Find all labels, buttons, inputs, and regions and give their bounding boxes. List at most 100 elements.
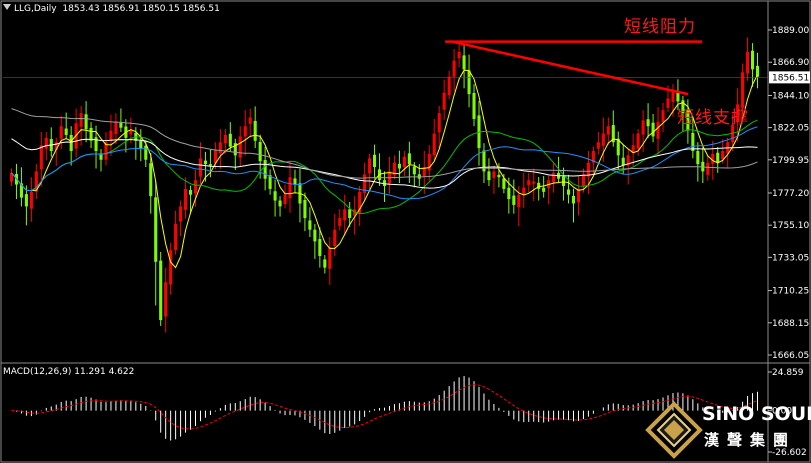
candle-body — [522, 187, 526, 195]
candle-body — [243, 126, 247, 137]
candle-body — [59, 126, 63, 139]
candle-body — [452, 60, 456, 77]
candle-body — [696, 150, 700, 165]
symbol-label: LLG,Daily — [14, 4, 57, 14]
candle-body — [537, 182, 541, 189]
candle-body — [621, 157, 625, 166]
dropdown-triangle-icon[interactable] — [3, 4, 11, 10]
candle-body — [333, 229, 337, 247]
candle-body — [174, 223, 178, 251]
candle-body — [566, 189, 571, 195]
candle-body — [343, 209, 347, 221]
candle-body — [492, 171, 496, 178]
candle-body — [79, 113, 83, 127]
candle-body — [348, 209, 352, 219]
candle-body — [397, 163, 401, 169]
candle-body — [706, 162, 710, 175]
candle-body — [636, 133, 640, 149]
candle-body — [402, 156, 406, 168]
candle-body — [502, 178, 506, 189]
candle-body — [188, 190, 193, 195]
candle-body — [382, 180, 387, 186]
candles — [9, 37, 760, 333]
candle-body — [457, 51, 461, 59]
candle-body — [651, 122, 655, 137]
candle-body — [517, 194, 521, 208]
candle-body — [542, 187, 546, 192]
price-tick-label: 1688.15 — [772, 319, 809, 329]
candle-body — [223, 134, 227, 144]
candle-body — [179, 206, 183, 222]
candle-body — [338, 218, 342, 227]
candle-body — [203, 160, 207, 165]
logo-english: SiNO SOUND — [702, 403, 811, 425]
price-tick-label: 1822.05 — [772, 124, 809, 134]
resistance-annotation: 短线阻力 — [624, 17, 696, 37]
candle-body — [84, 114, 88, 130]
candle-body — [293, 178, 297, 185]
candle-body — [228, 133, 232, 147]
candle-body — [750, 50, 755, 70]
candle-body — [89, 127, 93, 141]
candle-body — [159, 260, 163, 321]
sino-sound-logo: SiNO SOUND 漢聲集團 — [644, 398, 811, 463]
candle-body — [447, 76, 451, 96]
ohlc-label: 1853.43 1856.91 1850.15 1856.51 — [62, 4, 220, 14]
candle-body — [596, 142, 600, 149]
candle-body — [716, 152, 720, 163]
logo-chinese: 漢聲集團 — [704, 431, 797, 449]
candle-body — [198, 158, 203, 177]
candle-body — [208, 164, 212, 166]
candle-body — [129, 130, 133, 135]
candle-body — [571, 195, 576, 204]
candle-body — [308, 220, 312, 230]
candle-body — [169, 250, 173, 285]
price-tick-label: 1866.90 — [772, 58, 809, 68]
candle-body — [641, 120, 645, 135]
candle-body — [154, 197, 158, 262]
candle-body — [437, 113, 441, 133]
candle-body — [552, 172, 556, 183]
candle-body — [109, 130, 113, 140]
candle-body — [144, 145, 148, 160]
candle-body — [263, 160, 267, 179]
candle-body — [114, 121, 118, 135]
candle-body — [646, 119, 650, 127]
macd-tick-label: 24.859 — [772, 368, 804, 378]
support-trendline — [451, 40, 689, 96]
candle-body — [497, 174, 501, 178]
price-tick-label: 1889.00 — [772, 26, 809, 36]
candle-body — [691, 132, 695, 151]
candle-body — [238, 136, 242, 158]
price-tick-label: 1755.10 — [772, 221, 809, 231]
candle-body — [606, 126, 610, 135]
candle-body — [139, 140, 143, 149]
candle-body — [412, 166, 416, 175]
candle-body — [313, 229, 317, 242]
price-tick-label: 1733.05 — [772, 253, 809, 263]
candle-body — [576, 188, 581, 203]
price-tick-label: 1777.20 — [772, 189, 809, 199]
candle-body — [527, 180, 531, 186]
candle-body — [746, 51, 750, 74]
candle-body — [193, 180, 198, 194]
candle-body — [29, 191, 33, 209]
candle-body — [149, 163, 153, 197]
macd-header: MACD(12,26,9) 11.291 4.622 — [3, 367, 135, 377]
candle-body — [581, 174, 585, 186]
candle-body — [39, 145, 43, 170]
candle-body — [253, 120, 257, 141]
candle-body — [512, 195, 516, 205]
candle-body — [318, 239, 322, 256]
candle-body — [661, 110, 665, 122]
candle-body — [64, 128, 68, 135]
candle-body — [467, 70, 471, 95]
candle-body — [184, 188, 188, 210]
candle-body — [273, 191, 277, 201]
chart-header: LLG,Daily 1853.43 1856.91 1850.15 1856.5… — [3, 4, 220, 14]
candle-body — [666, 98, 670, 108]
candle-body — [407, 153, 411, 165]
candle-body — [283, 194, 287, 205]
price-tick-label: 1666.05 — [772, 351, 809, 361]
candle-body — [442, 92, 446, 110]
